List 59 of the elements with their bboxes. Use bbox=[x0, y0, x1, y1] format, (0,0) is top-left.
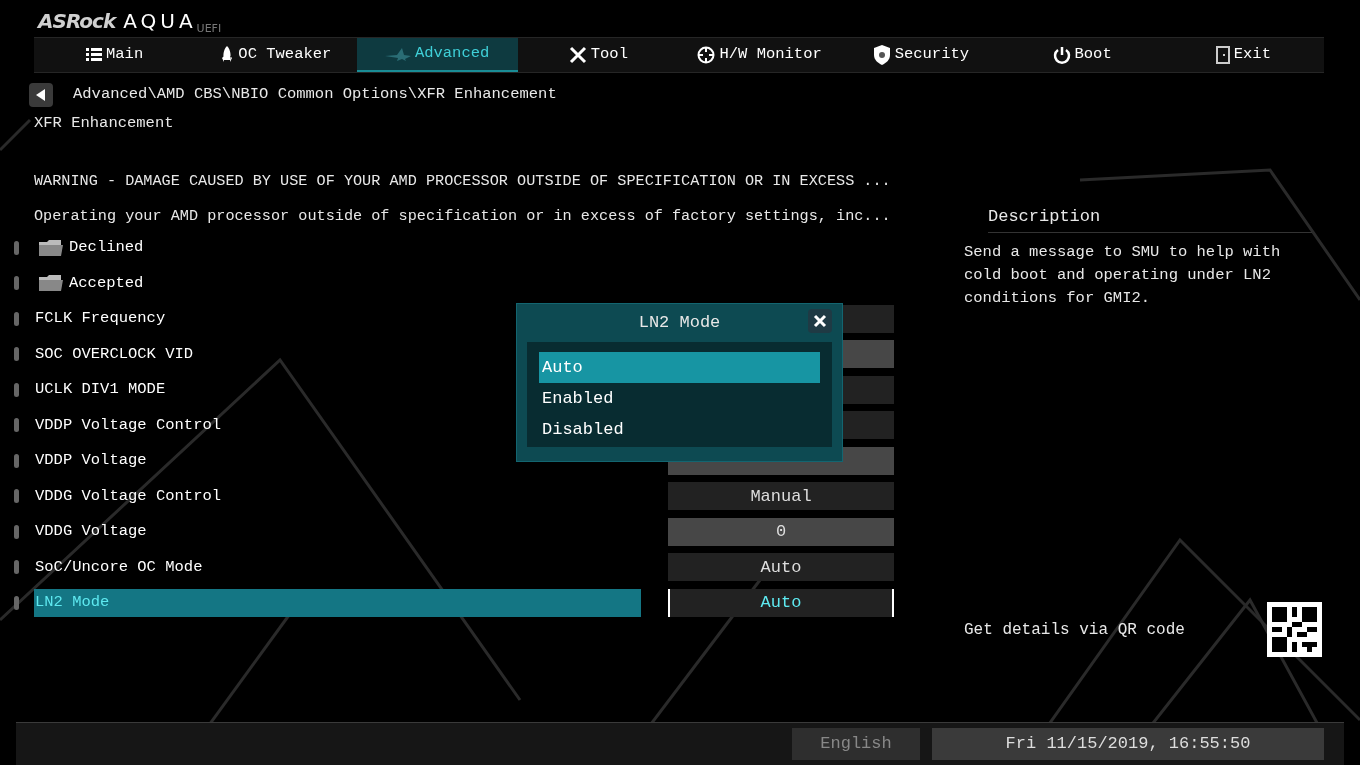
menu-tab[interactable]: Exit bbox=[1162, 38, 1324, 72]
menu-tab[interactable]: Boot bbox=[1001, 38, 1163, 72]
product-logo: AQUA bbox=[123, 10, 197, 32]
row-marker bbox=[14, 276, 19, 291]
setting-item[interactable]: VDDG Voltage bbox=[34, 517, 641, 546]
popup-title: LN2 Mode bbox=[638, 312, 721, 335]
uefi-label: UEFI bbox=[196, 23, 222, 34]
value-button[interactable]: Auto bbox=[668, 588, 894, 617]
popup-option[interactable]: Enabled bbox=[539, 383, 820, 414]
menu-tab[interactable]: Advanced bbox=[356, 38, 518, 72]
qr-hint: Get details via QR code bbox=[964, 619, 1185, 641]
row-marker bbox=[14, 453, 19, 468]
row-marker bbox=[14, 560, 19, 575]
description-heading: Description bbox=[988, 205, 1312, 233]
row-marker bbox=[14, 240, 19, 255]
date-time: Fri 11/15/2019, 16:55:50 bbox=[932, 728, 1324, 760]
page-title: XFR Enhancement bbox=[34, 113, 174, 134]
tools-icon bbox=[568, 46, 587, 64]
popup-option[interactable]: Disabled bbox=[539, 414, 820, 445]
menu-tab[interactable]: Security bbox=[840, 38, 1002, 72]
rocket-icon bbox=[220, 46, 235, 64]
row-marker bbox=[14, 311, 19, 326]
menu-tab[interactable]: H/W Monitor bbox=[679, 38, 841, 72]
row-marker bbox=[14, 418, 19, 433]
row-marker bbox=[14, 382, 19, 397]
menu-tab[interactable]: Main bbox=[34, 38, 196, 72]
language-button[interactable]: English bbox=[792, 728, 920, 760]
power-icon bbox=[1052, 46, 1071, 64]
door-icon bbox=[1215, 46, 1230, 64]
warning-text: Operating your AMD processor outside of specification or in excess of factory settings, inc... bbox=[34, 206, 891, 227]
breadcrumb: Advanced\AMD CBS\NBIO Common Options\XFR Enhancement bbox=[73, 84, 557, 106]
folder-item[interactable]: Declined bbox=[34, 233, 641, 262]
folder-item[interactable]: Accepted bbox=[34, 269, 641, 298]
close-icon bbox=[813, 314, 827, 328]
badge-icon bbox=[872, 45, 891, 65]
back-button[interactable] bbox=[29, 83, 53, 107]
value-button[interactable]: Manual bbox=[668, 482, 894, 511]
value-button[interactable]: Auto bbox=[668, 553, 894, 582]
folder-icon bbox=[39, 274, 63, 293]
list-icon bbox=[86, 48, 102, 62]
crosshair-icon bbox=[697, 46, 716, 64]
setting-item[interactable]: SoC/Uncore OC Mode bbox=[34, 553, 641, 582]
setting-item[interactable]: VDDG Voltage Control bbox=[34, 482, 641, 511]
left-triangle-icon bbox=[36, 89, 46, 101]
value-field[interactable]: 0 bbox=[668, 517, 894, 546]
row-marker bbox=[14, 524, 19, 539]
folder-icon bbox=[39, 238, 63, 257]
popup-option[interactable]: Auto bbox=[539, 352, 820, 383]
warning-text: WARNING - DAMAGE CAUSED BY USE OF YOUR AMD PROCESSOR OUTSIDE OF SPECIFICATION OR IN EXCESS ... bbox=[34, 171, 891, 192]
row-marker bbox=[14, 489, 19, 504]
menu-tab[interactable]: Tool bbox=[517, 38, 679, 72]
qr-code-icon bbox=[1267, 602, 1322, 657]
close-button[interactable] bbox=[808, 309, 832, 333]
menu-tab[interactable]: OC Tweaker bbox=[195, 38, 357, 72]
description-text: Send a message to SMU to help with cold boot and operating under LN2 conditions for GMI2. bbox=[964, 242, 1282, 309]
brand-logo: ASRock bbox=[38, 10, 116, 32]
row-marker bbox=[14, 595, 19, 610]
setting-item[interactable]: LN2 Mode bbox=[34, 588, 641, 617]
row-marker bbox=[14, 347, 19, 362]
